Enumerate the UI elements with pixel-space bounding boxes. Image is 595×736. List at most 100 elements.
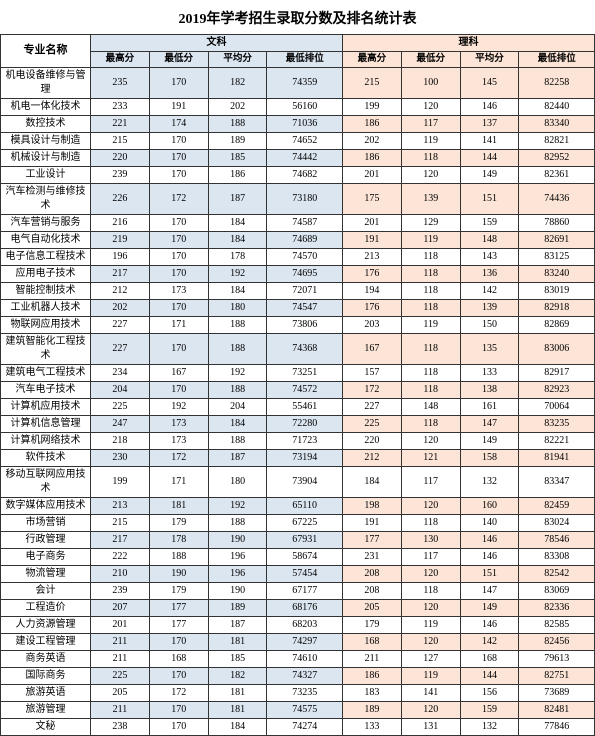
table-cell: 文秘 (1, 719, 91, 736)
table-cell: 176 (342, 266, 401, 283)
table-cell: 83019 (519, 283, 595, 300)
table-cell: 71723 (267, 433, 343, 450)
table-cell: 118 (401, 583, 460, 600)
table-cell: 182 (208, 68, 267, 99)
table-cell: 227 (91, 334, 150, 365)
table-cell: 117 (401, 467, 460, 498)
table-cell: 188 (208, 515, 267, 532)
table-cell: 74695 (267, 266, 343, 283)
table-cell: 146 (460, 617, 519, 634)
table-cell: 118 (401, 515, 460, 532)
table-cell: 140 (460, 515, 519, 532)
table-cell: 149 (460, 167, 519, 184)
table-cell: 158 (460, 450, 519, 467)
table-cell: 196 (91, 249, 150, 266)
table-cell: 208 (342, 583, 401, 600)
table-cell: 77846 (519, 719, 595, 736)
table-cell: 120 (401, 600, 460, 617)
table-cell: 181 (208, 685, 267, 702)
table-cell: 82952 (519, 150, 595, 167)
table-cell: 120 (401, 498, 460, 515)
table-cell: 172 (149, 685, 208, 702)
table-cell: 170 (149, 300, 208, 317)
table-cell: 建筑电气工程技术 (1, 365, 91, 382)
table-row: 机电设备维修与管理2351701827435921510014582258 (1, 68, 595, 99)
table-cell: 201 (342, 215, 401, 232)
like-header: 理科 (342, 35, 594, 52)
table-cell: 74442 (267, 150, 343, 167)
table-cell: 210 (91, 566, 150, 583)
table-row: 智能控制技术2121731847207119411814283019 (1, 283, 595, 300)
table-cell: 172 (342, 382, 401, 399)
table-row: 文秘2381701847427413313113277846 (1, 719, 595, 736)
table-cell: 82923 (519, 382, 595, 399)
table-cell: 100 (401, 68, 460, 99)
table-cell: 161 (460, 399, 519, 416)
table-cell: 167 (342, 334, 401, 365)
table-row: 机电一体化技术2331912025616019912014682440 (1, 99, 595, 116)
table-cell: 212 (342, 450, 401, 467)
table-cell: 132 (460, 719, 519, 736)
table-cell: 建筑智能化工程技术 (1, 334, 91, 365)
table-cell: 234 (91, 365, 150, 382)
table-cell: 173 (149, 283, 208, 300)
table-cell: 模具设计与制造 (1, 133, 91, 150)
table-cell: 商务英语 (1, 651, 91, 668)
table-cell: 183 (342, 685, 401, 702)
table-cell: 147 (460, 416, 519, 433)
table-cell: 184 (208, 232, 267, 249)
table-cell: 82821 (519, 133, 595, 150)
wenke-max: 最高分 (91, 52, 150, 68)
table-cell: 旅游英语 (1, 685, 91, 702)
table-cell: 191 (342, 232, 401, 249)
table-row: 市场营销2151791886722519111814083024 (1, 515, 595, 532)
table-cell: 机电设备维修与管理 (1, 68, 91, 99)
table-cell: 68203 (267, 617, 343, 634)
table-cell: 151 (460, 566, 519, 583)
table-cell: 82258 (519, 68, 595, 99)
table-cell: 159 (460, 702, 519, 719)
table-cell: 188 (208, 116, 267, 133)
table-cell: 141 (401, 685, 460, 702)
table-cell: 78860 (519, 215, 595, 232)
table-cell: 83340 (519, 116, 595, 133)
table-cell: 211 (91, 702, 150, 719)
table-cell: 121 (401, 450, 460, 467)
table-cell: 220 (342, 433, 401, 450)
table-cell: 177 (149, 600, 208, 617)
table-cell: 83235 (519, 416, 595, 433)
table-row: 数字媒体应用技术2131811926511019812016082459 (1, 498, 595, 515)
table-cell: 129 (401, 215, 460, 232)
table-cell: 118 (401, 249, 460, 266)
table-cell: 187 (208, 617, 267, 634)
table-cell: 211 (91, 651, 150, 668)
table-cell: 83024 (519, 515, 595, 532)
table-row: 建筑智能化工程技术2271701887436816711813583006 (1, 334, 595, 365)
table-cell: 73194 (267, 450, 343, 467)
table-cell: 212 (91, 283, 150, 300)
table-cell: 汽车营销与服务 (1, 215, 91, 232)
table-cell: 213 (342, 249, 401, 266)
wenke-min: 最低分 (149, 52, 208, 68)
table-cell: 185 (208, 651, 267, 668)
like-min: 最低分 (401, 52, 460, 68)
table-row: 工程造价2071771896817620512014982336 (1, 600, 595, 617)
table-cell: 74297 (267, 634, 343, 651)
table-cell: 人力资源管理 (1, 617, 91, 634)
table-cell: 136 (460, 266, 519, 283)
table-cell: 83069 (519, 583, 595, 600)
table-cell: 144 (460, 668, 519, 685)
table-cell: 78546 (519, 532, 595, 549)
table-cell: 141 (460, 133, 519, 150)
table-cell: 184 (208, 719, 267, 736)
table-cell: 203 (342, 317, 401, 334)
table-cell: 74368 (267, 334, 343, 365)
table-cell: 219 (91, 232, 150, 249)
table-cell: 201 (91, 617, 150, 634)
table-cell: 83125 (519, 249, 595, 266)
table-cell: 179 (149, 583, 208, 600)
table-cell: 119 (401, 617, 460, 634)
table-cell: 188 (208, 334, 267, 365)
table-cell: 82336 (519, 600, 595, 617)
table-cell: 215 (91, 133, 150, 150)
